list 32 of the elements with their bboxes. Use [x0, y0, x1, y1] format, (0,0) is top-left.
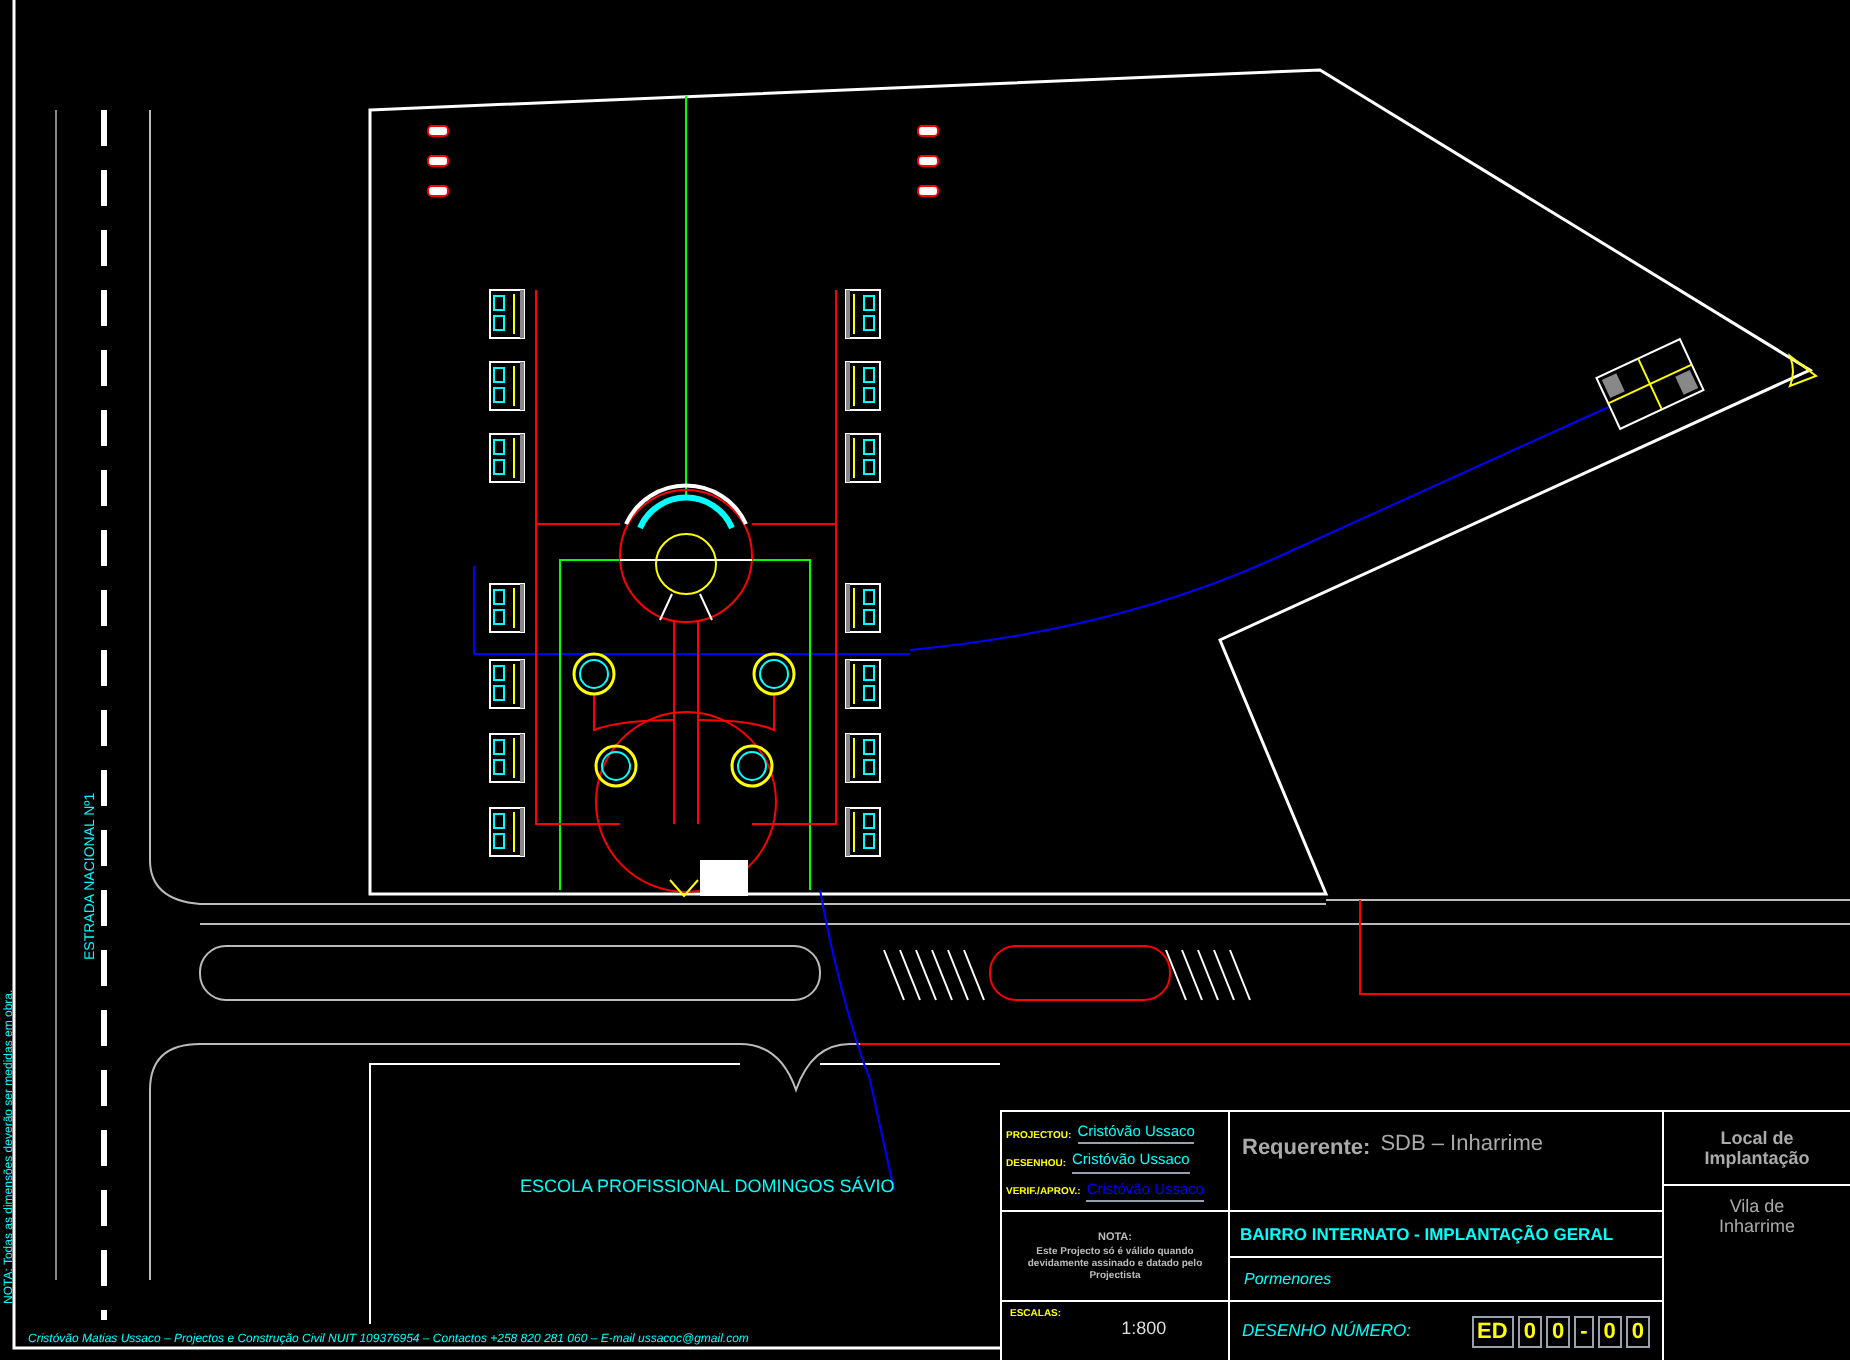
drawing-number-cell: 0: [1517, 1315, 1542, 1347]
house-plan-drawing: [845, 289, 881, 339]
project-subtitle: Pormenores: [1244, 1267, 1332, 1291]
house-plan-drawing: [845, 433, 881, 483]
drawing-number-label: DESENHO NÚMERO:: [1242, 1318, 1412, 1344]
house-plan-drawing: [845, 361, 881, 411]
house-plan-drawing: [845, 583, 881, 633]
requester-label: Requerente:: [1242, 1134, 1371, 1164]
house-plan-drawing: [489, 433, 525, 483]
drawing-number-cell: 0: [1545, 1315, 1571, 1347]
house-plan-drawing: [489, 583, 525, 633]
house-plan-drawing: [489, 733, 525, 783]
house-plan-drawing: [845, 659, 881, 709]
house-plan-drawing: [845, 807, 881, 857]
location-label: Local de Implantação: [1702, 1128, 1812, 1168]
house-plan-drawing: [489, 807, 525, 857]
drawing-number-cell: 0: [1597, 1315, 1622, 1347]
drawing-number-cell: ED: [1471, 1315, 1514, 1347]
entrance-marker-icon: [1789, 355, 1817, 387]
scale-value: 1:800: [1121, 1316, 1167, 1342]
house-plan-drawing: [845, 733, 881, 783]
requester-name: SDB – Inharrime: [1380, 1132, 1545, 1156]
project-title: BAIRRO INTERNATO - IMPLANTAÇÃO GERAL: [1240, 1221, 1614, 1247]
gatehouse-drawing: [669, 860, 748, 898]
school-label: ESCOLA PROFISSIONAL DOMINGOS SÁVIO: [520, 1176, 895, 1196]
house-plan-drawing: [489, 289, 525, 339]
drawing-number-cell: 0: [1625, 1315, 1650, 1347]
house-plan-drawing: [489, 659, 525, 709]
location-name: Vila de Inharrime: [1716, 1196, 1797, 1240]
central-plaza-drawing: [619, 483, 753, 623]
drawing-number-cell: -: [1574, 1315, 1594, 1347]
house-plan-drawing: [489, 361, 525, 411]
